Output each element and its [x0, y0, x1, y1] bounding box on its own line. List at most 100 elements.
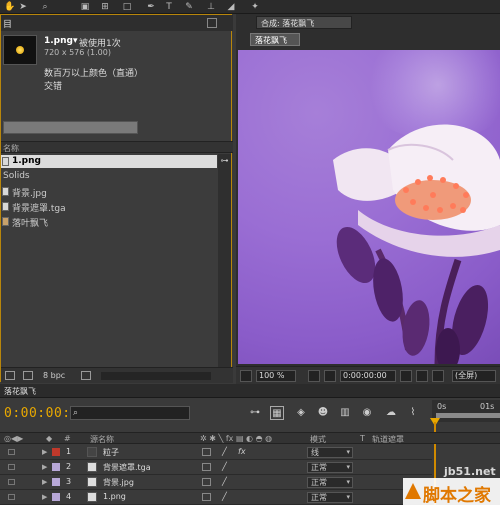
- mode-dropdown[interactable]: 正常 ▾: [307, 462, 353, 473]
- layer-name[interactable]: 背景遮罩.tga: [103, 462, 151, 473]
- bit-depth-label[interactable]: 8 bpc: [43, 371, 65, 380]
- region-icon[interactable]: [240, 370, 252, 382]
- brush-icon[interactable]: ✎: [184, 2, 194, 12]
- composition-subtab[interactable]: 落花飘飞: [250, 33, 300, 46]
- flowchart-icon[interactable]: ⊶: [220, 156, 229, 167]
- project-tab[interactable]: 目: [1, 15, 233, 31]
- new-composition-icon[interactable]: [23, 371, 33, 380]
- shy-switch[interactable]: [202, 463, 211, 471]
- pen-icon[interactable]: ✒: [146, 2, 156, 12]
- mode-header[interactable]: 模式: [310, 434, 326, 445]
- time-ruler[interactable]: 0s 01s: [432, 400, 500, 422]
- quality-switch[interactable]: ╱: [222, 477, 227, 486]
- snapshot-icon[interactable]: [400, 370, 412, 382]
- visibility-toggle[interactable]: [8, 449, 15, 455]
- layer-row[interactable]: ▶ 3 背景.jpg ╱ 正常 ▾: [0, 475, 432, 490]
- hide-shy-icon[interactable]: ☻: [316, 406, 330, 420]
- layer-name[interactable]: 粒子: [103, 447, 119, 458]
- mode-dropdown[interactable]: 线 ▾: [307, 447, 353, 458]
- list-item[interactable]: Solids: [1, 170, 217, 183]
- eraser-icon[interactable]: ◢: [226, 2, 236, 12]
- visibility-toggle[interactable]: [8, 494, 15, 500]
- show-snapshot-icon[interactable]: [416, 370, 428, 382]
- chevron-down-icon: ▾: [346, 478, 350, 486]
- zoom-dropdown[interactable]: 100 %: [256, 370, 296, 382]
- list-scrollbar[interactable]: [218, 154, 231, 369]
- text-icon[interactable]: T: [164, 2, 174, 12]
- search-field[interactable]: [3, 121, 138, 134]
- timeline-tab[interactable]: 落花飘飞: [0, 384, 500, 398]
- label-swatch[interactable]: [52, 478, 60, 486]
- layer-row[interactable]: ▶ 2 背景遮罩.tga ╱ 正常 ▾: [0, 460, 432, 475]
- trkmat-header[interactable]: 轨道遮罩: [372, 434, 404, 445]
- composition-icon: [2, 217, 9, 226]
- puppet-icon[interactable]: ✦: [250, 2, 260, 12]
- horizontal-scrollbar[interactable]: [101, 372, 211, 380]
- mode-dropdown[interactable]: 正常 ▾: [307, 477, 353, 488]
- mode-dropdown[interactable]: 正常 ▾: [307, 492, 353, 503]
- expand-triangle-icon[interactable]: ▶: [42, 463, 47, 471]
- arrow-icon[interactable]: ➤: [18, 2, 28, 12]
- layer-column-header: ◎◀▶ ◆ # 源名称 ✲ ✱ ╲ fx ▤ ◐ ◓ ◍ 模式 T 轨道遮罩: [0, 432, 500, 444]
- rect-icon[interactable]: □: [122, 2, 132, 12]
- effects-switch[interactable]: fx: [238, 447, 246, 456]
- shy-switch[interactable]: [202, 448, 211, 456]
- live-update-icon[interactable]: ▦: [270, 406, 284, 420]
- motion-blur-icon[interactable]: ◉: [360, 406, 374, 420]
- project-tab-label: 目: [3, 20, 13, 30]
- composition-tab[interactable]: 合成: 落花飘飞: [256, 16, 352, 29]
- layer-name[interactable]: 背景.jpg: [103, 477, 134, 488]
- grid-icon[interactable]: [308, 370, 320, 382]
- trash-icon[interactable]: [81, 371, 91, 380]
- label-col-icon[interactable]: ◆: [46, 434, 52, 443]
- brainstorm-icon[interactable]: ☁: [384, 406, 398, 420]
- layer-name[interactable]: 1.png: [103, 492, 126, 501]
- source-name-header[interactable]: 源名称: [90, 434, 114, 445]
- expand-triangle-icon[interactable]: ▶: [42, 448, 47, 456]
- av-switch-icon[interactable]: ◎◀▶: [4, 434, 23, 443]
- camera-icon[interactable]: ▣: [80, 2, 90, 12]
- stamp-icon[interactable]: ⊥: [206, 2, 216, 12]
- folder-icon[interactable]: [5, 371, 15, 380]
- composition-viewer[interactable]: [238, 50, 500, 364]
- frame-blending-icon[interactable]: ▥: [338, 406, 352, 420]
- color-channel-icon[interactable]: [432, 370, 444, 382]
- switches-header-icons[interactable]: ✲ ✱ ╲ fx ▤ ◐ ◓ ◍: [200, 434, 272, 443]
- label-swatch[interactable]: [52, 493, 60, 501]
- search-icon: ⌕: [73, 408, 79, 418]
- expand-triangle-icon[interactable]: ▶: [42, 493, 47, 501]
- shy-switch[interactable]: [202, 478, 211, 486]
- quality-switch[interactable]: ╱: [222, 462, 227, 471]
- expand-triangle-icon[interactable]: ▶: [42, 478, 47, 486]
- work-area-bar[interactable]: [436, 413, 500, 418]
- list-header[interactable]: 名称: [1, 141, 233, 153]
- timeline-search-input[interactable]: ⌕: [70, 406, 190, 420]
- mask-icon[interactable]: [324, 370, 336, 382]
- label-swatch[interactable]: [52, 463, 60, 471]
- panel-menu-icon[interactable]: [207, 18, 217, 28]
- resolution-dropdown[interactable]: (全屏): [452, 370, 496, 382]
- list-item[interactable]: 背景遮罩.tga: [1, 200, 217, 214]
- layer-row[interactable]: ▶ 1 粒子 ╱ fx 线 ▾: [0, 445, 432, 460]
- zoom-icon[interactable]: ⌕: [40, 2, 50, 12]
- graph-editor-icon[interactable]: ⌇: [406, 406, 420, 420]
- quality-switch[interactable]: ╱: [222, 492, 227, 501]
- hand-icon[interactable]: ✋: [4, 2, 15, 12]
- list-item[interactable]: 落叶飘飞: [1, 215, 217, 229]
- layer-type-icon: [87, 462, 97, 472]
- layer-row[interactable]: ▶ 4 1.png ╱ 正常 ▾: [0, 490, 432, 505]
- visibility-toggle[interactable]: [8, 464, 15, 470]
- list-item[interactable]: 1.png: [1, 155, 217, 168]
- number-col-icon[interactable]: #: [64, 434, 71, 443]
- draft-3d-icon[interactable]: ◈: [294, 406, 308, 420]
- visibility-toggle[interactable]: [8, 479, 15, 485]
- pan-behind-icon[interactable]: ⊞: [100, 2, 110, 12]
- shy-switch[interactable]: [202, 493, 211, 501]
- timecode-field[interactable]: 0:00:00:00: [340, 370, 396, 382]
- list-item[interactable]: 背景.jpg: [1, 185, 217, 199]
- comp-mini-flowchart-icon[interactable]: ⊶: [248, 406, 262, 420]
- label-swatch[interactable]: [52, 448, 60, 456]
- file-name[interactable]: 1.png▾: [44, 36, 78, 46]
- t-header[interactable]: T: [360, 434, 365, 443]
- quality-switch[interactable]: ╱: [222, 447, 227, 456]
